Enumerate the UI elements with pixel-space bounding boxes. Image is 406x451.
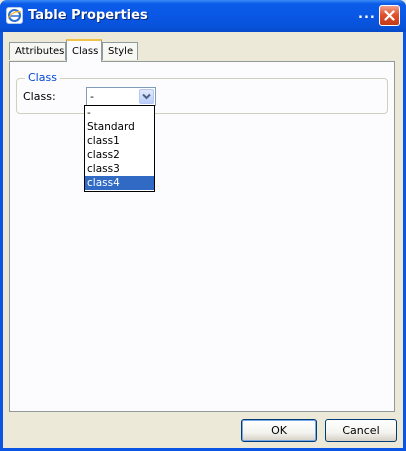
close-icon <box>384 10 395 21</box>
dropdown-option-none[interactable]: - <box>85 106 154 120</box>
class-dropdown-list[interactable]: - Standard class1 class2 class3 class4 <box>84 105 155 192</box>
class-select-value: - <box>90 90 94 103</box>
dropdown-option-class4[interactable]: class4 <box>85 176 154 190</box>
tab-panel-class: Class Class: - <box>9 61 395 412</box>
dialog-body: Attributes Class Style Class Class: - OK… <box>3 32 403 448</box>
tab-class[interactable]: Class <box>66 39 102 62</box>
dropdown-option-class2[interactable]: class2 <box>85 148 154 162</box>
fieldset-legend: Class <box>25 71 60 84</box>
tab-style[interactable]: Style <box>102 42 138 60</box>
title-bar[interactable]: Table Properties ... <box>0 0 406 32</box>
dialog-window: Table Properties ... Attributes Class St… <box>0 0 406 451</box>
browser-app-icon <box>6 7 23 24</box>
dropdown-option-class1[interactable]: class1 <box>85 134 154 148</box>
tab-attributes[interactable]: Attributes <box>9 42 66 60</box>
close-button[interactable] <box>379 5 400 26</box>
class-select[interactable]: - <box>86 87 156 106</box>
class-field-label: Class: <box>23 90 56 103</box>
ok-button[interactable]: OK <box>241 419 317 442</box>
cancel-button[interactable]: Cancel <box>325 419 397 442</box>
dropdown-option-class3[interactable]: class3 <box>85 162 154 176</box>
dropdown-arrow-button[interactable] <box>139 89 154 104</box>
chevron-down-icon <box>142 93 151 100</box>
window-title: Table Properties <box>28 8 148 23</box>
class-fieldset: Class Class: - <box>16 71 388 114</box>
dropdown-option-standard[interactable]: Standard <box>85 120 154 134</box>
overflow-indicator: ... <box>358 7 376 22</box>
